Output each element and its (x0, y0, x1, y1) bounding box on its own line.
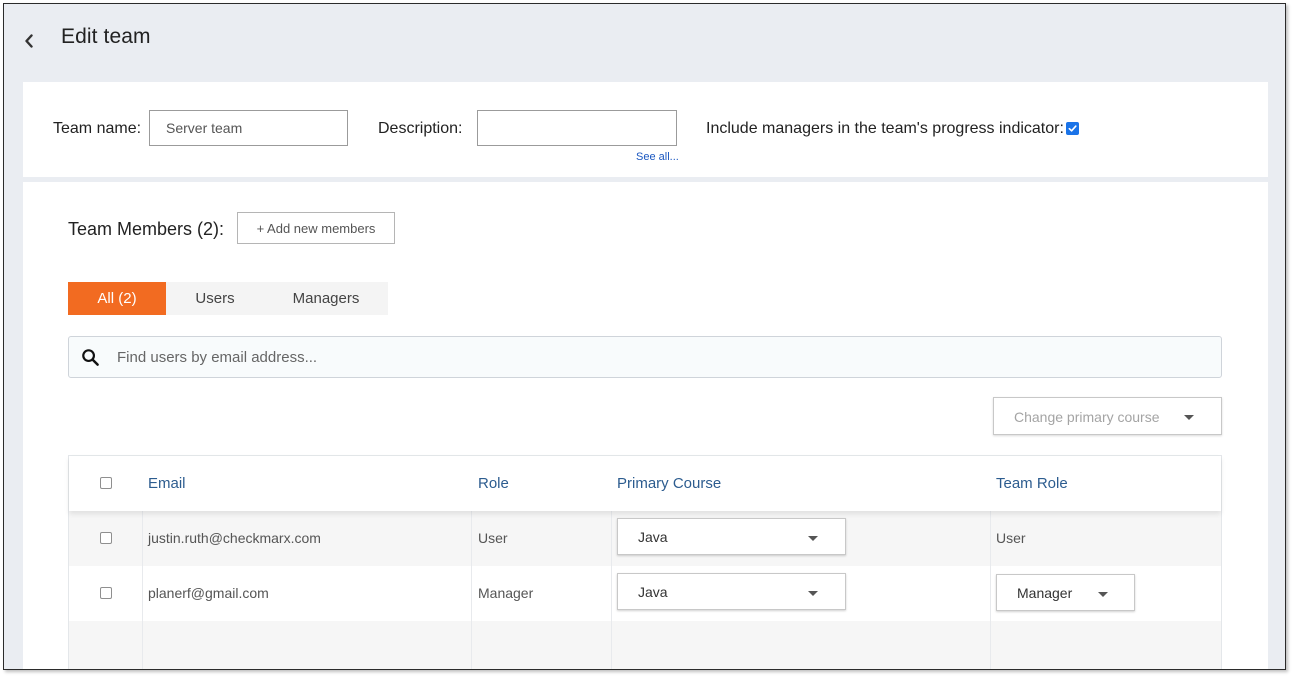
members-table: justin.ruth@checkmarx.com User Java User… (68, 455, 1222, 669)
caret-down-icon (1098, 592, 1108, 597)
team-role-dropdown[interactable]: Manager (996, 574, 1135, 611)
page-header: Edit team (4, 4, 1285, 82)
checkmark-icon (1068, 125, 1077, 132)
row-email: planerf@gmail.com (148, 585, 269, 601)
team-name-input[interactable] (149, 110, 348, 146)
team-details-card: Team name: Description: See all... Inclu… (23, 82, 1268, 177)
caret-down-icon (808, 591, 818, 596)
team-name-label: Team name: (53, 120, 142, 137)
page-title: Edit team (61, 25, 151, 48)
member-filter-tabs: All (2) Users Managers (68, 282, 388, 315)
column-header-role[interactable]: Role (478, 475, 509, 492)
add-new-members-button[interactable]: + Add new members (237, 212, 395, 244)
select-all-checkbox[interactable] (100, 477, 112, 489)
primary-course-dropdown[interactable]: Java (617, 518, 846, 555)
column-header-team-role[interactable]: Team Role (996, 475, 1068, 492)
table-row-empty (69, 621, 1221, 669)
caret-down-icon (1184, 415, 1194, 420)
row-team-role: User (996, 530, 1026, 546)
tab-managers[interactable]: Managers (264, 282, 388, 315)
row-role: Manager (478, 585, 534, 601)
include-managers-label: Include managers in the team's progress … (706, 120, 1064, 137)
table-row: justin.ruth@checkmarx.com User Java User (69, 511, 1221, 566)
tab-all[interactable]: All (2) (68, 282, 166, 315)
row-email: justin.ruth@checkmarx.com (148, 530, 321, 546)
row-role: User (478, 530, 508, 546)
tab-users[interactable]: Users (166, 282, 264, 315)
chevron-left-icon (25, 34, 33, 48)
primary-course-value: Java (638, 529, 668, 545)
include-managers-checkbox[interactable] (1066, 122, 1079, 135)
team-role-value: Manager (1017, 585, 1073, 601)
column-header-primary-course[interactable]: Primary Course (617, 475, 721, 492)
change-primary-course-label: Change primary course (1014, 409, 1160, 425)
back-button[interactable] (18, 26, 40, 54)
app-window: Edit team Team name: Description: See al… (3, 3, 1286, 670)
row-checkbox[interactable] (100, 587, 112, 599)
table-row: planerf@gmail.com Manager Java Manager (69, 566, 1221, 621)
team-members-title: Team Members (2): (68, 219, 225, 239)
change-primary-course-dropdown[interactable]: Change primary course (993, 397, 1222, 435)
description-label: Description: (378, 120, 463, 137)
caret-down-icon (808, 536, 818, 541)
search-box (68, 336, 1222, 378)
search-icon (82, 349, 99, 366)
row-checkbox[interactable] (100, 532, 112, 544)
search-input[interactable] (117, 337, 1207, 377)
see-all-link[interactable]: See all... (636, 151, 679, 163)
description-input[interactable] (477, 110, 677, 146)
primary-course-dropdown[interactable]: Java (617, 573, 846, 610)
column-header-email[interactable]: Email (148, 475, 186, 492)
primary-course-value: Java (638, 584, 668, 600)
table-header: Email Role Primary Course Team Role (69, 456, 1221, 511)
team-members-card: Team Members (2): + Add new members All … (23, 182, 1268, 669)
